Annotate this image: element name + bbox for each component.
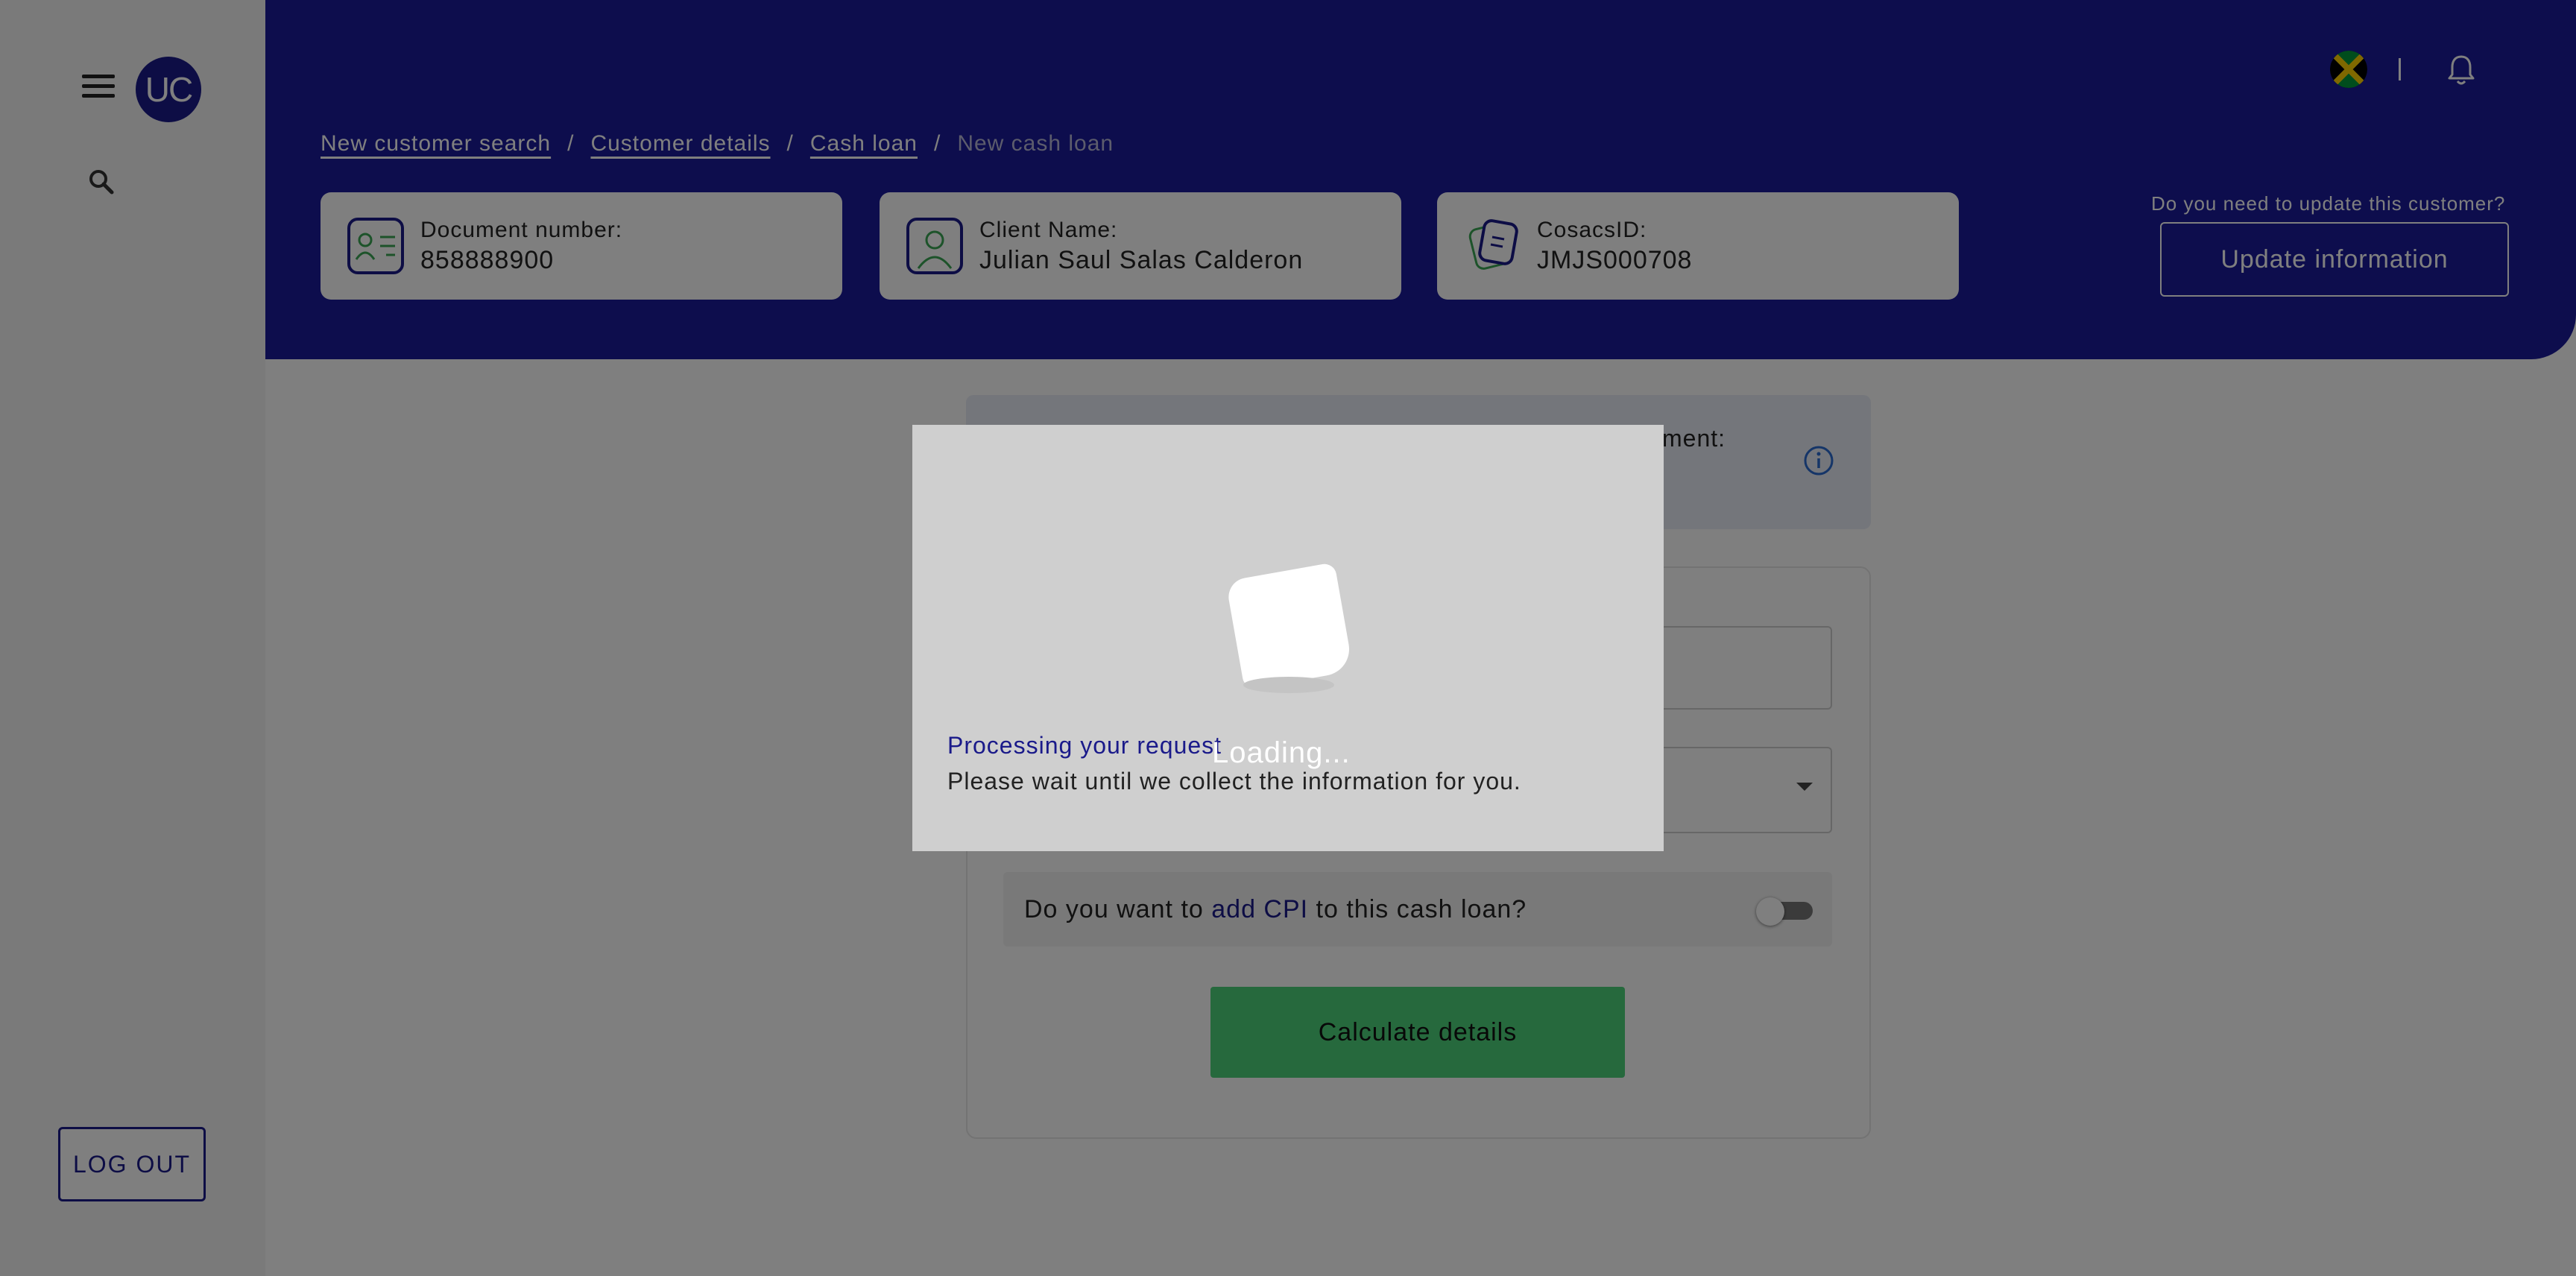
modal-title: Processing your request — [947, 732, 1222, 759]
loading-spinner-icon — [1225, 562, 1354, 690]
modal-message: Please wait until we collect the informa… — [947, 768, 1521, 795]
loading-text: Loading... — [1212, 736, 1351, 769]
loading-spinner-shadow — [1243, 677, 1334, 693]
